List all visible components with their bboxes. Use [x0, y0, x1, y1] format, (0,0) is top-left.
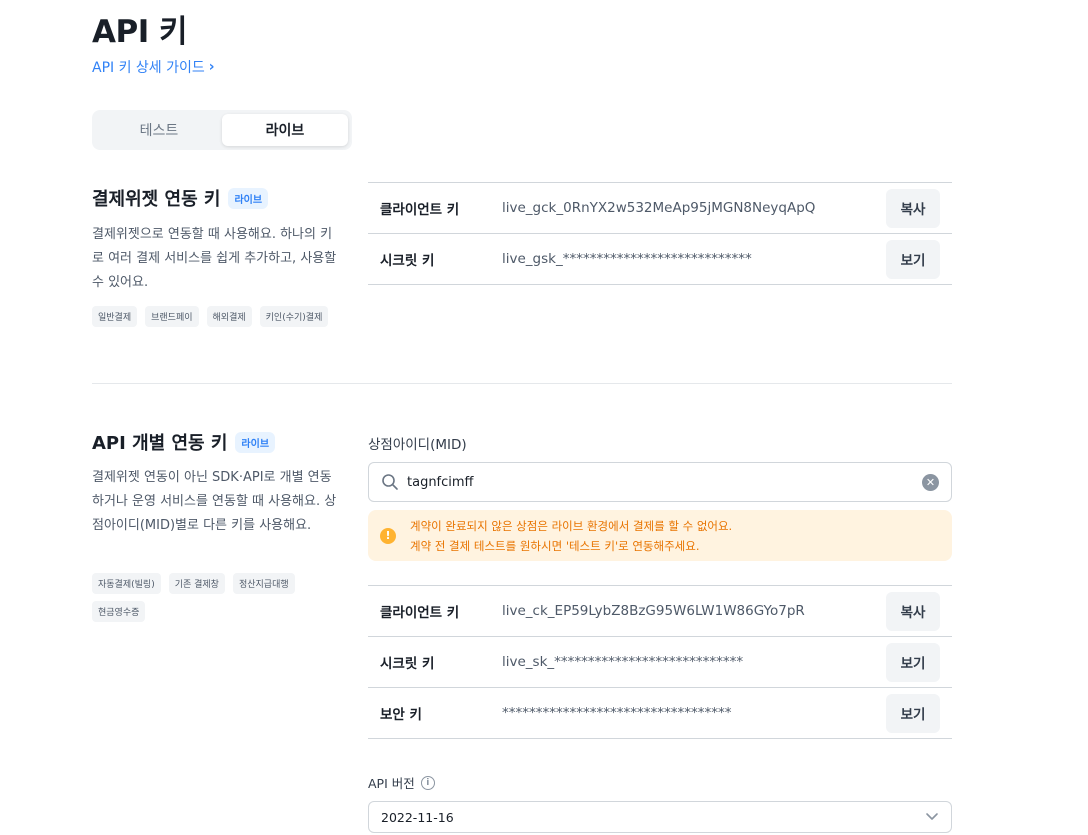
page-title: API 키 — [92, 14, 188, 50]
widget-chip-list: 일반결제 브랜드페이 해외결제 키인(수기)결제 — [92, 306, 352, 327]
key-value: ********************************** — [502, 705, 732, 721]
mid-label: 상점아이디(MID) — [368, 437, 467, 453]
key-label: 클라이언트 키 — [380, 605, 460, 621]
api-version-label: API 버전 i — [368, 773, 435, 792]
api-section-title-text: API 개별 연동 키 — [92, 433, 228, 454]
widget-section-description: 결제위젯으로 연동할 때 사용해요. 하나의 키로 여러 결제 서비스를 쉽게 … — [92, 227, 337, 290]
key-row-security: 보안 키 ********************************** … — [368, 688, 952, 739]
api-version-select[interactable]: 2022-11-16 — [368, 801, 952, 833]
warning-line: 계약이 완료되지 않은 상점은 라이브 환경에서 결제를 할 수 없어요. — [410, 518, 733, 533]
search-icon — [381, 473, 399, 491]
mid-search-input[interactable] — [407, 474, 922, 490]
widget-section-title: 결제위젯 연동 키 라이브 — [92, 185, 269, 211]
guide-link-label: API 키 상세 가이드 — [92, 60, 205, 76]
chip: 키인(수기)결제 — [259, 306, 329, 327]
chevron-right-icon: › — [208, 59, 215, 75]
api-section-title: API 개별 연동 키 라이브 — [92, 429, 276, 455]
chip: 정산지급대행 — [232, 573, 295, 594]
environment-tabs: 테스트 라이브 — [92, 110, 352, 150]
view-button[interactable]: 보기 — [886, 239, 940, 279]
live-badge: 라이브 — [235, 431, 276, 453]
copy-button[interactable]: 복사 — [886, 591, 940, 631]
chip: 기존 결제창 — [168, 573, 225, 594]
key-label: 시크릿 키 — [380, 253, 435, 269]
api-key-table: 클라이언트 키 live_ck_EP59LybZ8BzG95W6LW1W86GY… — [368, 585, 952, 739]
key-value: live_ck_EP59LybZ8BzG95W6LW1W86GYo7pR — [502, 603, 805, 619]
api-chip-list: 자동결제(빌링) 기존 결제창 정산지급대행 현금영수증 — [92, 573, 322, 622]
live-badge: 라이브 — [228, 187, 269, 209]
key-row-client: 클라이언트 키 live_gck_0RnYX2w532MeAp95jMGN8Ne… — [368, 183, 952, 234]
key-row-client: 클라이언트 키 live_ck_EP59LybZ8BzG95W6LW1W86GY… — [368, 586, 952, 637]
tab-test[interactable]: 테스트 — [96, 114, 222, 146]
widget-key-table: 클라이언트 키 live_gck_0RnYX2w532MeAp95jMGN8Ne… — [368, 182, 952, 285]
tab-live[interactable]: 라이브 — [222, 114, 348, 146]
key-label: 보안 키 — [380, 707, 422, 723]
chip: 브랜드페이 — [145, 306, 199, 327]
key-row-secret: 시크릿 키 live_sk_**************************… — [368, 637, 952, 688]
warning-text: 계약이 완료되지 않은 상점은 라이브 환경에서 결제를 할 수 없어요. 계약… — [410, 516, 732, 556]
chip: 해외결제 — [206, 306, 252, 327]
key-value: live_sk_**************************** — [502, 654, 744, 670]
chip: 일반결제 — [92, 306, 138, 327]
key-label: 클라이언트 키 — [380, 202, 460, 218]
chip: 자동결제(빌링) — [92, 573, 161, 594]
view-button[interactable]: 보기 — [886, 642, 940, 682]
clear-icon[interactable]: ✕ — [922, 473, 939, 491]
view-button[interactable]: 보기 — [886, 693, 940, 733]
api-version-label-text: API 버전 — [368, 776, 415, 791]
section-divider — [92, 383, 952, 384]
chevron-down-icon — [925, 808, 939, 827]
info-icon[interactable]: i — [420, 775, 435, 790]
api-version-value: 2022-11-16 — [381, 809, 454, 825]
mid-search-field: ✕ — [368, 462, 952, 502]
key-row-secret: 시크릿 키 live_gsk_*************************… — [368, 234, 952, 285]
key-value: live_gsk_**************************** — [502, 251, 752, 267]
key-label: 시크릿 키 — [380, 656, 435, 672]
chip: 현금영수증 — [92, 601, 146, 622]
api-key-guide-link[interactable]: API 키 상세 가이드 › — [92, 57, 215, 77]
api-section-description: 결제위젯 연동이 아닌 SDK·API로 개별 연동하거나 운영 서비스를 연동… — [92, 470, 337, 533]
warning-icon: ! — [380, 527, 396, 544]
key-value: live_gck_0RnYX2w532MeAp95jMGN8NeyqApQ — [502, 200, 816, 216]
copy-button[interactable]: 복사 — [886, 188, 940, 228]
contract-warning-banner: ! 계약이 완료되지 않은 상점은 라이브 환경에서 결제를 할 수 없어요. … — [368, 510, 952, 561]
warning-line: 계약 전 결제 테스트를 원하시면 '테스트 키'로 연동해주세요. — [410, 538, 700, 553]
widget-section-title-text: 결제위젯 연동 키 — [92, 189, 221, 210]
